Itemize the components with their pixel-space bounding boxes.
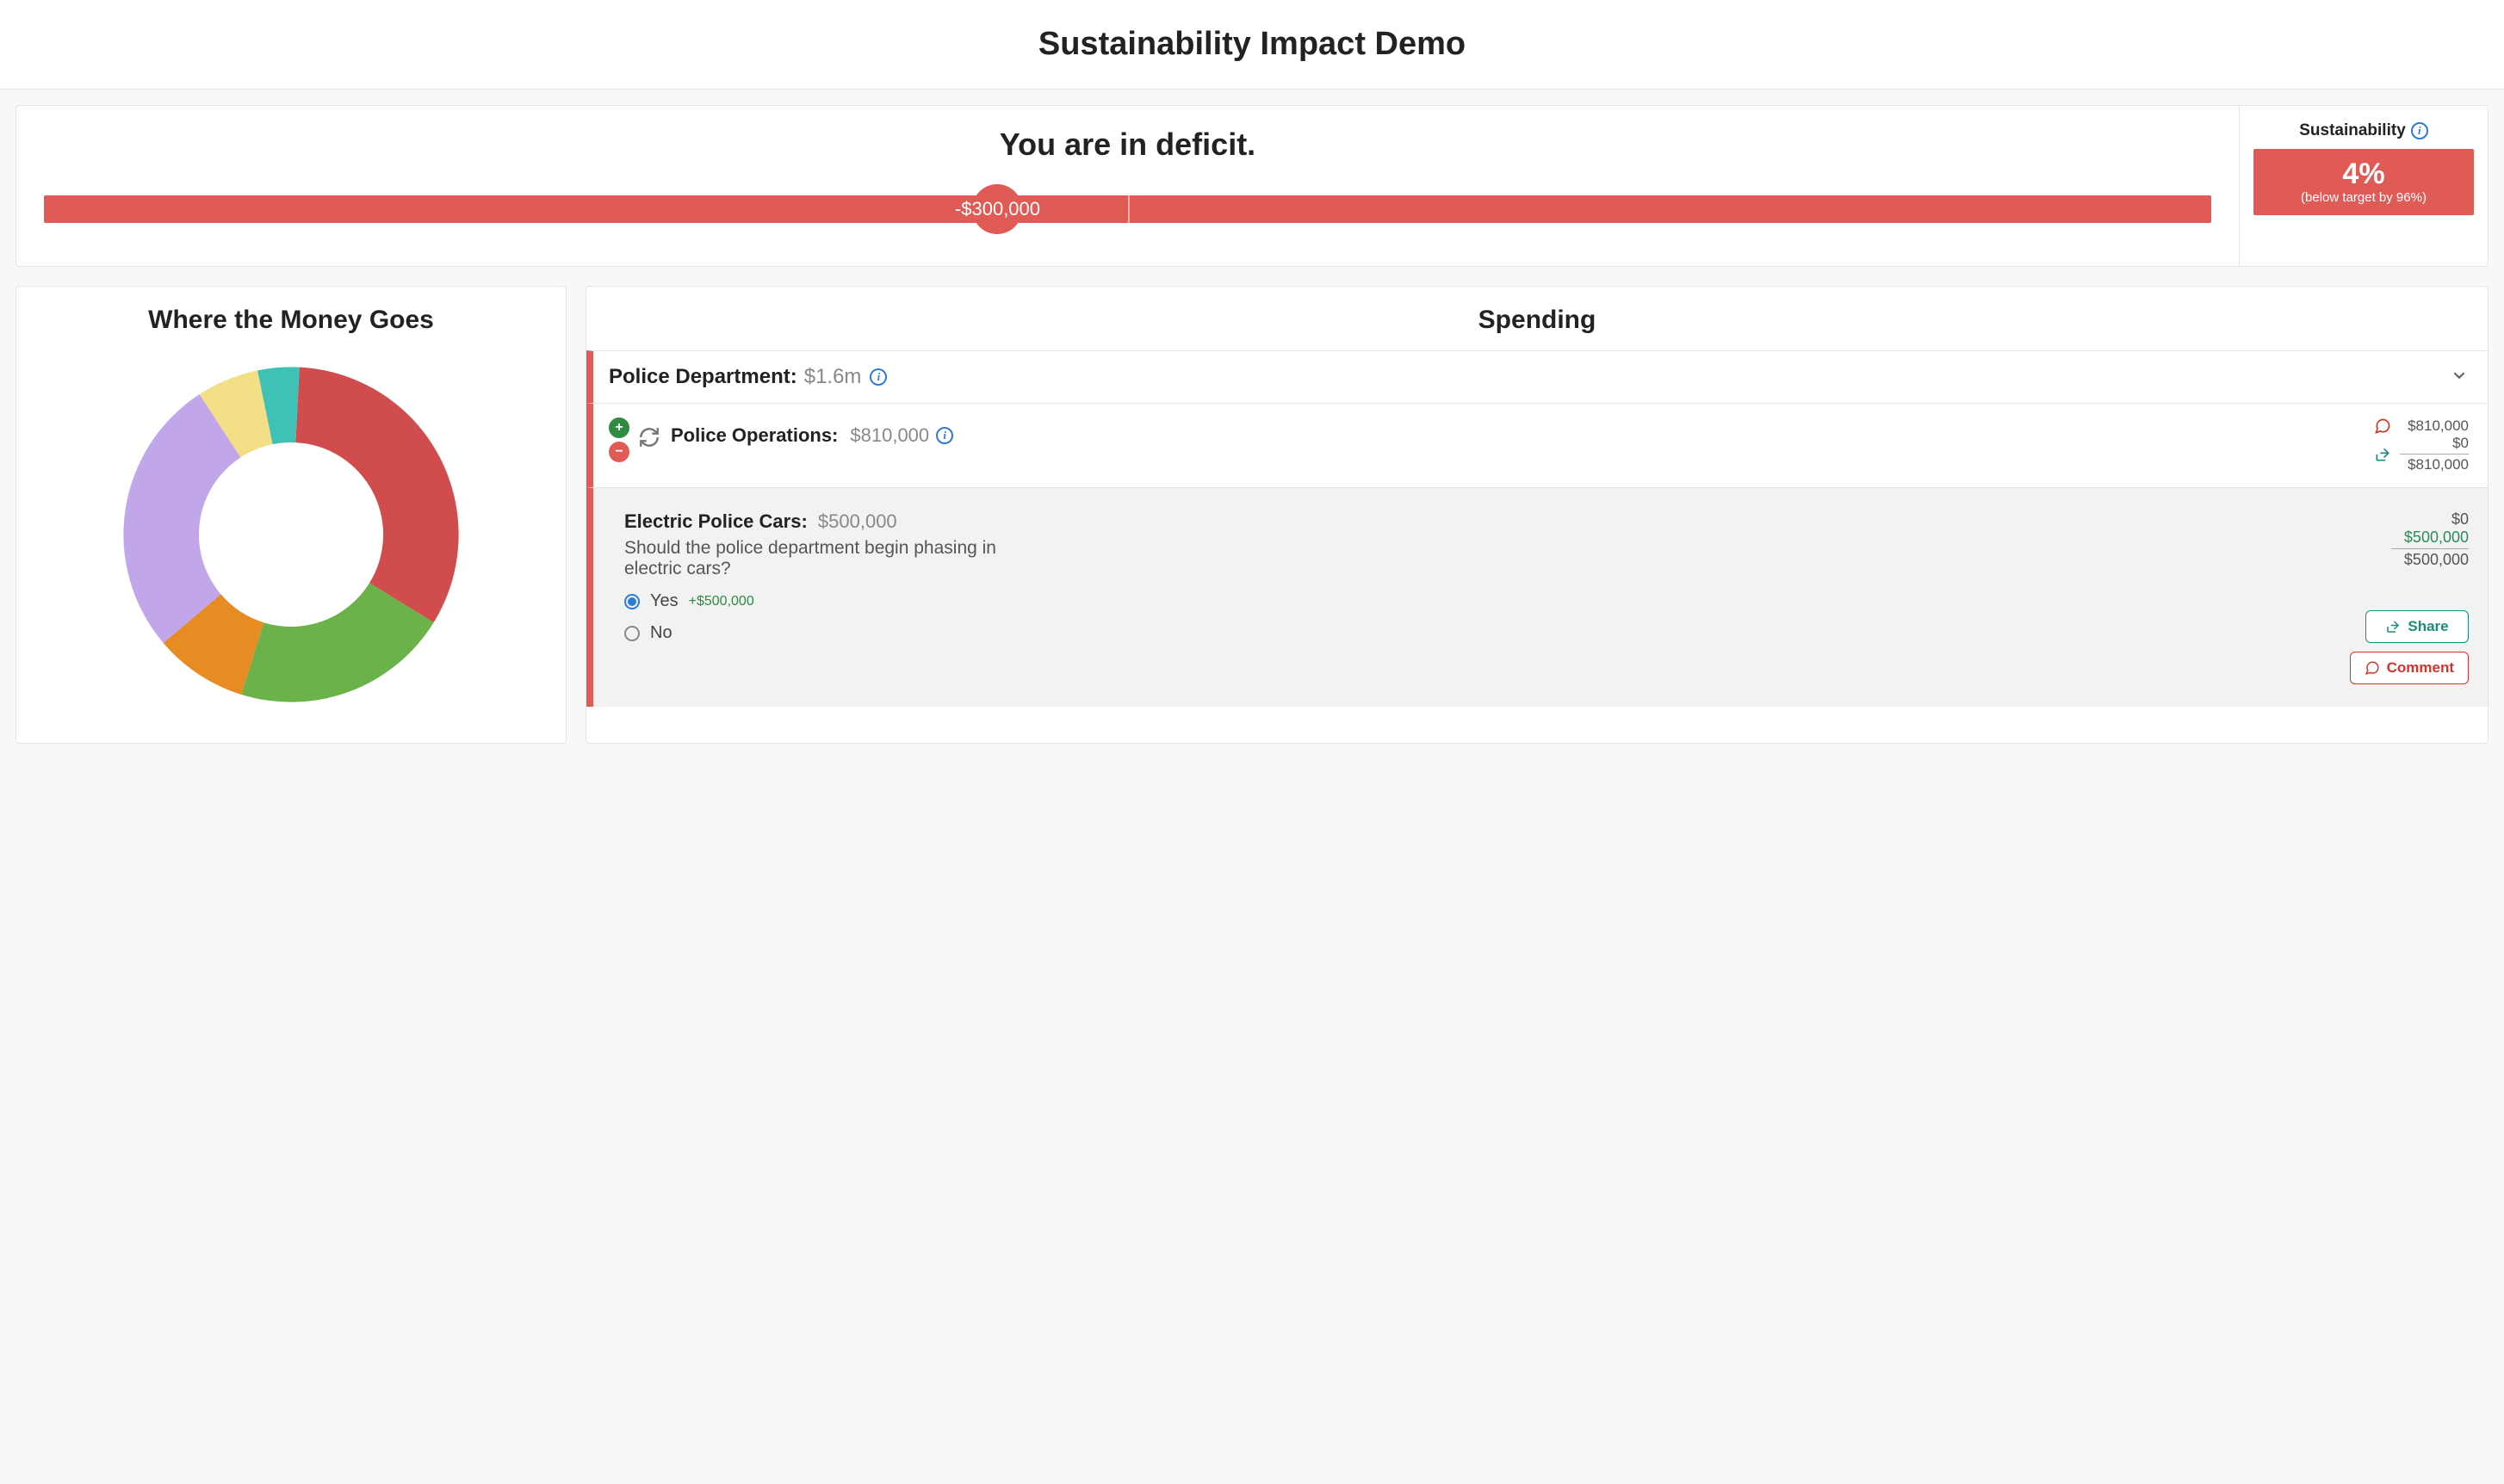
radio-option[interactable]: No — [624, 623, 2338, 643]
sustainability-card: Sustainability i 4% (below target by 96%… — [2239, 105, 2489, 267]
money-card: Where the Money Goes — [15, 286, 567, 744]
dept-name: Police Department: — [609, 365, 797, 389]
deficit-value: -$300,000 — [955, 198, 1040, 220]
radio-icon[interactable] — [624, 626, 640, 641]
comment-button[interactable]: Comment — [2350, 652, 2469, 684]
share-button[interactable]: Share — [2365, 610, 2469, 643]
share-button-label: Share — [2408, 618, 2448, 635]
operation-row: + − Police Operations: $810,000 i — [586, 403, 2488, 487]
op-num-total: $810,000 — [2408, 456, 2469, 473]
comment-bubble-icon[interactable] — [2374, 417, 2391, 439]
share-arrow-icon[interactable] — [2374, 446, 2391, 467]
sustainability-label: Sustainability — [2299, 121, 2406, 140]
option-label: Yes — [650, 591, 679, 611]
operation-name: Police Operations: — [671, 424, 838, 447]
item-amount: $500,000 — [818, 510, 897, 532]
money-title: Where the Money Goes — [34, 306, 549, 335]
deficit-bar[interactable]: -$300,000 — [44, 183, 2211, 235]
info-icon[interactable]: i — [870, 368, 887, 386]
donut-slice[interactable] — [295, 368, 458, 623]
item-detail: Electric Police Cars: $500,000 Should th… — [586, 487, 2488, 707]
info-icon[interactable]: i — [2411, 122, 2428, 139]
sustainability-percent: 4% — [2260, 159, 2467, 189]
option-delta: +$500,000 — [689, 594, 754, 609]
chevron-down-icon[interactable] — [2450, 366, 2469, 389]
deficit-heading: You are in deficit. — [44, 127, 2211, 163]
comment-button-label: Comment — [2387, 659, 2454, 677]
info-icon[interactable]: i — [936, 427, 953, 444]
op-num-top: $810,000 — [2408, 417, 2469, 435]
item-num-mid: $500,000 — [2391, 529, 2469, 547]
decrease-button[interactable]: − — [609, 442, 629, 462]
spending-heading: Spending — [586, 287, 2488, 350]
spending-card: Spending Police Department: $1.6m i + − — [586, 286, 2489, 744]
op-num-mid: $0 — [2452, 435, 2469, 452]
page-title: Sustainability Impact Demo — [0, 26, 2504, 63]
deficit-card: You are in deficit. -$300,000 — [15, 105, 2239, 267]
item-num-top: $0 — [2391, 510, 2469, 529]
increase-button[interactable]: + — [609, 417, 629, 438]
operation-amount: $810,000 — [850, 424, 929, 447]
item-num-total: $500,000 — [2391, 551, 2469, 569]
donut-chart[interactable] — [67, 345, 515, 724]
dept-amount: $1.6m — [804, 365, 862, 389]
dept-row[interactable]: Police Department: $1.6m i — [586, 350, 2488, 403]
radio-option[interactable]: Yes +$500,000 — [624, 591, 2338, 611]
item-name: Electric Police Cars: — [624, 510, 808, 532]
radio-icon[interactable] — [624, 594, 640, 609]
option-label: No — [650, 623, 672, 643]
sustainability-sub: (below target by 96%) — [2260, 190, 2467, 205]
sustainability-box: 4% (below target by 96%) — [2253, 149, 2474, 215]
refresh-icon[interactable] — [638, 426, 660, 453]
item-question: Should the police department begin phasi… — [624, 538, 1038, 579]
